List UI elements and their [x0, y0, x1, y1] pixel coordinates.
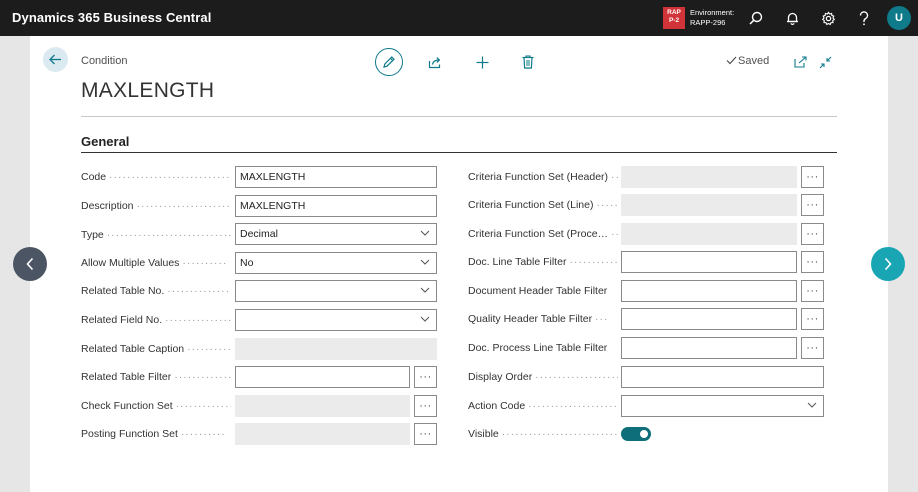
share-button[interactable]: [421, 48, 449, 76]
related-field-no-select[interactable]: [235, 309, 437, 331]
related-table-caption-label: Related Table Caption ··········: [81, 343, 231, 355]
chevron-down-icon: [807, 402, 817, 408]
related-table-caption-field: [235, 338, 437, 360]
related-table-filter-assist-button[interactable]: ···: [414, 366, 437, 388]
type-select[interactable]: Decimal: [235, 223, 437, 245]
delete-button[interactable]: [514, 48, 542, 76]
related-table-no-label: Related Table No. ················: [81, 285, 231, 297]
bell-icon[interactable]: [783, 9, 801, 27]
description-label: Description ························: [81, 200, 231, 212]
chevron-right-icon: [884, 257, 892, 271]
doc-process-line-table-filter-field[interactable]: [621, 337, 797, 359]
type-select-value: Decimal: [240, 228, 278, 240]
check-function-set-field: [235, 395, 410, 417]
help-icon[interactable]: [855, 9, 873, 27]
criteria-function-set-process-field: [621, 223, 797, 245]
criteria-function-set-header-label: Criteria Function Set (Header) ··: [468, 171, 618, 183]
criteria-function-set-header-assist-button[interactable]: ···: [801, 166, 824, 188]
display-order-field[interactable]: [621, 366, 824, 388]
action-code-select[interactable]: [621, 395, 824, 417]
trash-icon: [522, 55, 534, 69]
code-field[interactable]: MAXLENGTH: [235, 166, 437, 188]
posting-function-set-field: [235, 423, 410, 445]
saved-label: Saved: [738, 55, 770, 67]
chevron-down-icon: [420, 287, 430, 293]
posting-function-set-label: Posting Function Set ··········: [81, 428, 226, 440]
allow-multiple-values-label: Allow Multiple Values ··········: [81, 257, 228, 269]
open-in-new-window-icon: [793, 56, 807, 68]
environment-badge-line1: RAP: [667, 9, 681, 16]
user-avatar[interactable]: U: [887, 6, 911, 30]
criteria-function-set-process-label: Criteria Function Set (Proce… ··: [468, 228, 618, 240]
environment-name: RAPP-296: [690, 18, 726, 27]
quality-header-table-filter-assist-button[interactable]: ···: [801, 308, 824, 330]
environment-badge-line2: P-2: [668, 17, 680, 24]
gear-icon[interactable]: [819, 9, 837, 27]
search-icon[interactable]: [747, 9, 765, 27]
page-title: MAXLENGTH: [81, 79, 215, 102]
saved-status: Saved: [726, 55, 769, 67]
chevron-down-icon: [420, 316, 430, 322]
document-header-table-filter-field[interactable]: [621, 280, 797, 302]
back-button[interactable]: [43, 47, 68, 72]
doc-line-table-filter-field[interactable]: [621, 251, 797, 273]
criteria-function-set-line-assist-button[interactable]: ···: [801, 194, 824, 216]
environment-label: Environment:: [690, 8, 735, 17]
type-label: Type ·································: [81, 229, 231, 241]
title-divider: [81, 116, 837, 117]
top-bar: Dynamics 365 Business Central RAP P-2 En…: [0, 0, 918, 36]
criteria-function-set-header-field: [621, 166, 797, 188]
plus-icon: [476, 56, 488, 68]
visible-toggle[interactable]: [621, 427, 651, 441]
visible-label: Visible ······························: [468, 428, 618, 440]
display-order-label: Display Order ·······················: [468, 371, 618, 383]
edit-button[interactable]: [375, 48, 403, 76]
posting-function-set-assist-button[interactable]: ···: [414, 423, 437, 445]
next-record-button[interactable]: [871, 247, 905, 281]
pencil-icon: [383, 56, 395, 68]
arrow-left-icon: [49, 54, 61, 65]
doc-line-table-filter-assist-button[interactable]: ···: [801, 251, 824, 273]
checkmark-icon: [726, 56, 737, 65]
doc-process-line-table-filter-assist-button[interactable]: ···: [801, 337, 824, 359]
quality-header-table-filter-field[interactable]: [621, 308, 797, 330]
chevron-left-icon: [26, 257, 34, 271]
related-field-no-label: Related Field No. ··················: [81, 314, 231, 326]
check-function-set-assist-button[interactable]: ···: [414, 395, 437, 417]
chevron-down-icon: [420, 259, 430, 265]
document-header-table-filter-assist-button[interactable]: ···: [801, 280, 824, 302]
toggle-knob: [640, 430, 648, 438]
criteria-function-set-line-field: [621, 194, 797, 216]
description-field[interactable]: MAXLENGTH: [235, 195, 437, 217]
new-button[interactable]: [468, 48, 496, 76]
section-divider: [81, 152, 837, 153]
environment-info[interactable]: Environment: RAPP-296: [690, 8, 734, 28]
breadcrumb: Condition: [81, 55, 128, 67]
quality-header-table-filter-label: Quality Header Table Filter ···: [468, 313, 609, 325]
related-table-filter-field[interactable]: [235, 366, 410, 388]
chevron-down-icon: [420, 230, 430, 236]
doc-process-line-table-filter-label: Doc. Process Line Table Filter: [468, 342, 608, 354]
share-icon: [428, 56, 441, 68]
doc-line-table-filter-label: Doc. Line Table Filter ··············: [468, 256, 618, 268]
open-new-window-button[interactable]: [786, 48, 814, 76]
allow-multiple-values-value: No: [240, 257, 254, 269]
section-title[interactable]: General: [81, 134, 129, 149]
environment-badge[interactable]: RAP P-2: [663, 7, 685, 29]
code-label: Code ·····························: [81, 171, 231, 183]
previous-record-button[interactable]: [13, 247, 47, 281]
app-title[interactable]: Dynamics 365 Business Central: [12, 10, 211, 25]
related-table-no-select[interactable]: [235, 280, 437, 302]
check-function-set-label: Check Function Set ··············: [81, 400, 231, 412]
collapse-icon: [819, 56, 831, 68]
document-header-table-filter-label: Document Header Table Filter: [468, 285, 608, 297]
criteria-function-set-line-label: Criteria Function Set (Line) ·······: [468, 199, 618, 211]
related-table-filter-label: Related Table Filter ·············: [81, 371, 231, 383]
action-code-label: Action Code ························: [468, 400, 618, 412]
collapse-button[interactable]: [811, 48, 839, 76]
criteria-function-set-process-assist-button[interactable]: ···: [801, 223, 824, 245]
allow-multiple-values-select[interactable]: No: [235, 252, 437, 274]
